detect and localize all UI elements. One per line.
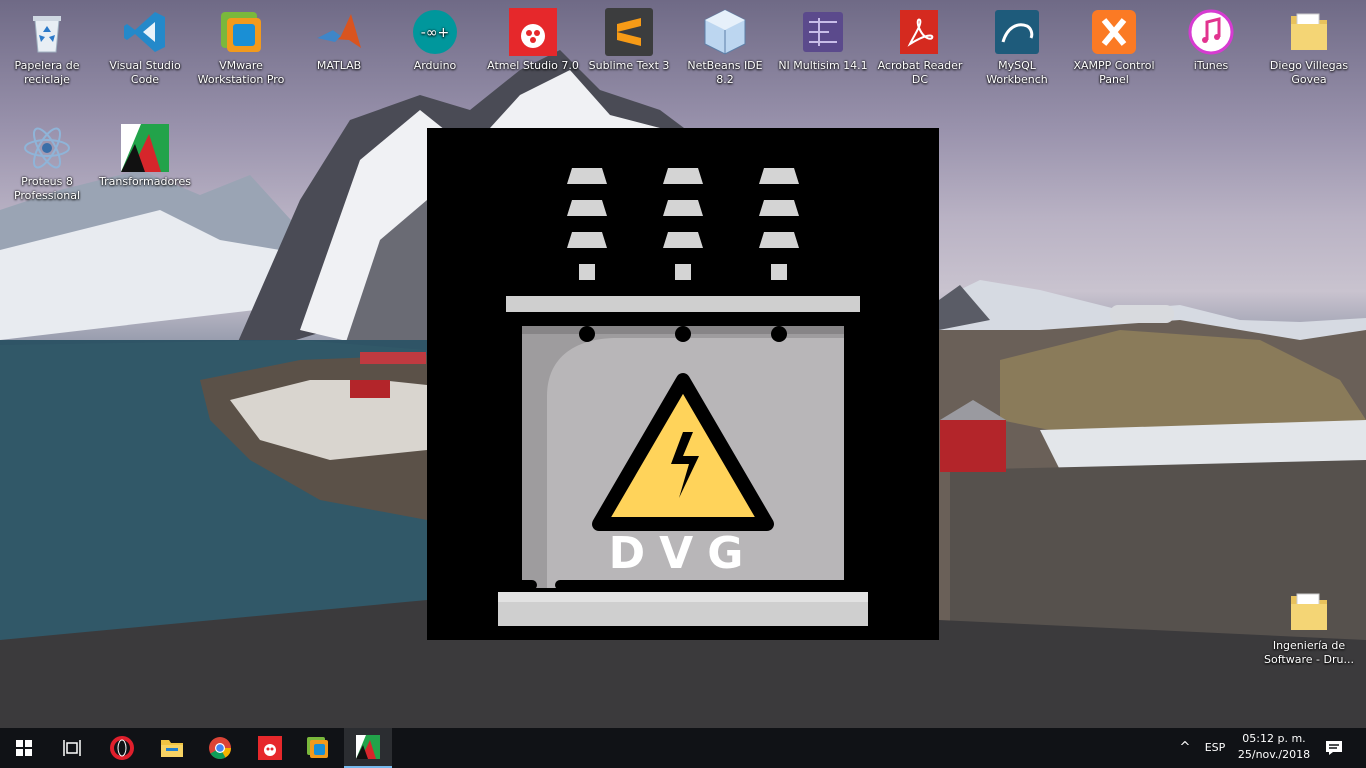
desktop-icon-multisim[interactable]: NI Multisim 14.1 [776, 8, 870, 73]
itunes-icon [1187, 8, 1235, 56]
chrome-icon [209, 737, 231, 759]
desktop-icon-mysql[interactable]: MySQL Workbench [970, 8, 1064, 87]
netbeans-icon [701, 8, 749, 56]
desktop-icon-label: Sublime Text 3 [588, 59, 670, 72]
desktop-icon-acrobat[interactable]: Acrobat Reader DC [873, 8, 967, 87]
atmel-icon [509, 8, 557, 56]
desktop-icon-folder-diego[interactable]: Diego Villegas Govea [1262, 8, 1356, 87]
windows-logo-icon [16, 740, 32, 756]
input-language-indicator[interactable]: ESP [1200, 728, 1230, 768]
action-center-icon [1326, 741, 1342, 755]
desktop-icon-label: Visual Studio Code [109, 59, 181, 86]
desktop-icon-vscode[interactable]: Visual Studio Code [98, 8, 192, 87]
transformadores-icon [121, 124, 169, 172]
desktop-icon-sublime[interactable]: Sublime Text 3 [582, 8, 676, 73]
desktop-icon-label: NetBeans IDE 8.2 [687, 59, 763, 86]
task-view-icon [63, 740, 81, 756]
proteus-icon [23, 124, 71, 172]
desktop-icon-label: MATLAB [316, 59, 362, 72]
desktop-icon-label: Diego Villegas Govea [1269, 59, 1349, 86]
sublime-icon [605, 8, 653, 56]
splash-logo-text: DVG [608, 528, 758, 579]
desktop-icon-folder-ingenieria[interactable]: Ingeniería de Software - Dru... [1262, 588, 1356, 667]
desktop-icon-xampp[interactable]: XAMPP Control Panel [1067, 8, 1161, 87]
xampp-icon [1090, 8, 1138, 56]
desktop-wallpaper: Papelera de reciclaje Visual Studio Code… [0, 0, 1366, 728]
desktop-icon-label: Transformadores [99, 175, 191, 188]
desktop-icon-atmel[interactable]: Atmel Studio 7.0 [486, 8, 580, 73]
opera-icon [110, 736, 134, 760]
vmware-icon [307, 737, 328, 758]
transformadores-button[interactable] [344, 728, 392, 768]
atmel-studio-button[interactable] [246, 728, 294, 768]
file-explorer-button[interactable] [148, 728, 196, 768]
system-clock[interactable]: 05:12 p. m. 25/nov./2018 [1234, 731, 1314, 763]
desktop-icon-label: Ingeniería de Software - Dru... [1264, 639, 1354, 666]
folder-icon [161, 740, 183, 757]
arduino-icon: -∞+ [411, 8, 459, 56]
matlab-icon [315, 8, 363, 56]
start-button[interactable] [0, 728, 48, 768]
desktop-icon-label: Proteus 8 Professional [13, 175, 81, 202]
task-view-button[interactable] [48, 728, 96, 768]
splash-window: DVG [427, 128, 939, 640]
desktop-icon-label: iTunes [1193, 59, 1229, 72]
show-hidden-icons-button[interactable]: ^ [1172, 728, 1198, 768]
svg-text:-∞+: -∞+ [421, 25, 449, 41]
atmel-icon [258, 736, 282, 760]
transformadores-icon [356, 735, 380, 759]
desktop-icon-arduino[interactable]: -∞+ Arduino [388, 8, 482, 73]
clock-date: 25/nov./2018 [1237, 748, 1311, 761]
taskbar: ^ ESP 05:12 p. m. 25/nov./2018 [0, 728, 1366, 768]
folder-icon [1285, 588, 1333, 636]
mysql-icon [993, 8, 1041, 56]
desktop-icon-matlab[interactable]: MATLAB [292, 8, 386, 73]
chrome-button[interactable] [196, 728, 244, 768]
vmware-button[interactable] [294, 728, 342, 768]
desktop-icon-label: NI Multisim 14.1 [778, 59, 868, 72]
folder-icon [1285, 8, 1333, 56]
clock-time: 05:12 p. m. [1242, 732, 1306, 745]
desktop-icon-label: MySQL Workbench [986, 59, 1048, 86]
desktop-icon-label: VMware Workstation Pro [197, 59, 285, 86]
desktop-icon-transformadores[interactable]: Transformadores [98, 124, 192, 189]
desktop-icon-netbeans[interactable]: NetBeans IDE 8.2 [678, 8, 772, 87]
desktop-icon-vmware[interactable]: VMware Workstation Pro [194, 8, 288, 87]
desktop-icon-label: Atmel Studio 7.0 [487, 59, 579, 72]
desktop-icon-proteus[interactable]: Proteus 8 Professional [0, 124, 94, 203]
desktop-icon-label: Acrobat Reader DC [877, 59, 963, 86]
opera-button[interactable] [98, 728, 146, 768]
vscode-icon [121, 8, 169, 56]
vmware-icon [217, 8, 265, 56]
desktop-icon-label: XAMPP Control Panel [1073, 59, 1155, 86]
desktop-icon-label: Papelera de reciclaje [14, 59, 80, 86]
recycle-bin-icon [23, 8, 71, 56]
desktop-icon-recycle-bin[interactable]: Papelera de reciclaje [0, 8, 94, 87]
desktop-icon-itunes[interactable]: iTunes [1164, 8, 1258, 73]
desktop-icon-label: Arduino [413, 59, 457, 72]
acrobat-icon [896, 8, 944, 56]
action-center-button[interactable] [1320, 728, 1348, 768]
multisim-icon [799, 8, 847, 56]
